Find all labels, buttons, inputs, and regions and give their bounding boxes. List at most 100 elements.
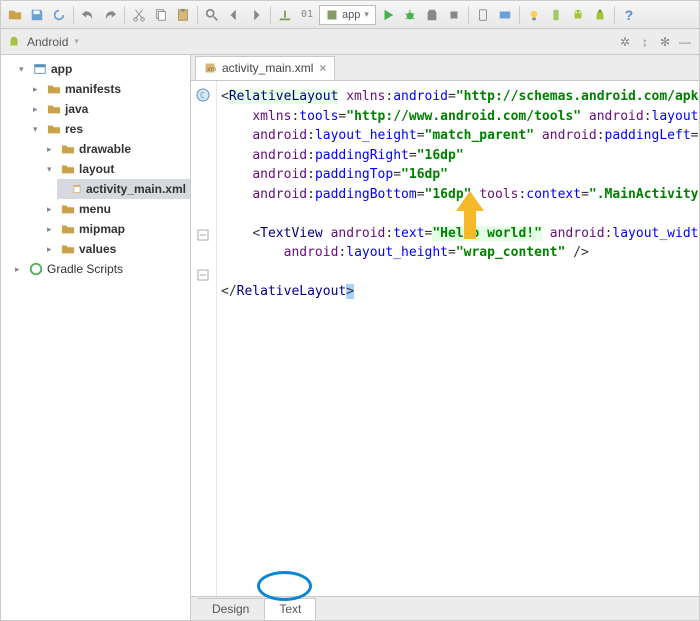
tree-item-label: manifests [65, 79, 121, 99]
toolbar-separator [270, 6, 271, 24]
expand-arrow-icon[interactable]: ▸ [47, 239, 57, 259]
folder-icon [61, 142, 75, 156]
code-line: android:paddingTop="16dp" [221, 165, 699, 185]
android-up-icon[interactable] [590, 5, 610, 25]
toolbar-separator [124, 6, 125, 24]
text-tab[interactable]: Text [264, 598, 316, 620]
folder-icon [61, 242, 75, 256]
override-icon[interactable]: C [196, 88, 210, 102]
code-line: <TextView android:text="Hello world!" an… [221, 224, 699, 244]
expand-arrow-icon[interactable]: ▸ [33, 99, 43, 119]
main-toolbar: 01 app ▾ ? [1, 1, 699, 29]
folder-icon [47, 82, 61, 96]
code-line [221, 204, 699, 224]
debug-icon[interactable] [400, 5, 420, 25]
fold-icon[interactable] [196, 268, 210, 282]
tree-item[interactable]: ▾ res [29, 119, 190, 139]
toolbar-separator [468, 6, 469, 24]
run-config-select[interactable]: app ▾ [319, 5, 376, 25]
save-icon[interactable] [27, 5, 47, 25]
code-line: </RelativeLayout> [221, 282, 699, 302]
forward-icon[interactable] [246, 5, 266, 25]
editor-tabs: xml activity_main.xml × [191, 55, 699, 81]
sync-icon[interactable] [49, 5, 69, 25]
tree-item[interactable]: ▸values [43, 239, 190, 259]
tab-label: Design [212, 602, 249, 616]
editor-bottom-tabs: Design Text [191, 596, 699, 620]
back-icon[interactable] [224, 5, 244, 25]
tree-item[interactable]: activity_main.xml [57, 179, 190, 199]
minimize-icon[interactable]: — [677, 34, 693, 50]
svg-text:xml: xml [207, 66, 216, 73]
tree-item-label: activity_main.xml [86, 179, 186, 199]
make-icon[interactable] [275, 5, 295, 25]
expand-arrow-icon[interactable]: ▸ [47, 219, 57, 239]
project-pane: ▾ app ▸ manifests ▸ java ▾ res ▸ drawable ▾ layou… [1, 55, 191, 620]
android-module-icon [7, 35, 21, 49]
stop-icon[interactable] [444, 5, 464, 25]
tree-item[interactable]: ▸ java [29, 99, 190, 119]
tree-item[interactable]: ▸ drawable [43, 139, 190, 159]
tree-gradle[interactable]: ▸ Gradle Scripts [15, 259, 190, 279]
avd-icon[interactable] [473, 5, 493, 25]
attach-icon[interactable] [422, 5, 442, 25]
file-icon [72, 182, 82, 196]
copy-icon[interactable] [151, 5, 171, 25]
cut-icon[interactable] [129, 5, 149, 25]
toolbar-separator [197, 6, 198, 24]
tree-item[interactable]: ▾ layout [43, 159, 190, 179]
editor-tab[interactable]: xml activity_main.xml × [195, 56, 335, 80]
code-line: android:paddingRight="16dp" [221, 146, 699, 166]
folder-icon [61, 222, 75, 236]
toolbar-separator [73, 6, 74, 24]
editor-pane: xml activity_main.xml × C <RelativeLayou… [191, 55, 699, 620]
expand-arrow-icon[interactable]: ▾ [33, 119, 43, 139]
undo-icon[interactable] [78, 5, 98, 25]
folder-icon [47, 122, 61, 136]
tree-item-label: drawable [79, 139, 131, 159]
gear-icon[interactable]: ✻ [657, 34, 673, 50]
code-line [221, 263, 699, 283]
code-line: android:layout_height="match_parent" and… [221, 126, 699, 146]
module-icon [33, 62, 47, 76]
crosshair-icon[interactable]: ✲ [617, 34, 633, 50]
code-line: android:layout_height="wrap_content" /> [221, 243, 699, 263]
tab-label: Text [279, 602, 301, 616]
expand-arrow-icon[interactable]: ▸ [47, 139, 57, 159]
tree-item[interactable]: ▸ manifests [29, 79, 190, 99]
expand-arrow-icon[interactable]: ▸ [33, 79, 43, 99]
tree-item-label: layout [79, 159, 114, 179]
redo-icon[interactable] [100, 5, 120, 25]
code-editor[interactable]: C <RelativeLayout xmlns:android="http://… [191, 81, 699, 596]
paste-icon[interactable] [173, 5, 193, 25]
tree-item-label: mipmap [79, 219, 125, 239]
tree-item-label: res [65, 119, 83, 139]
tree-item-label: app [51, 59, 72, 79]
close-icon[interactable]: × [319, 61, 326, 75]
binary-icon[interactable]: 01 [297, 5, 317, 25]
fold-icon[interactable] [196, 228, 210, 242]
svg-text:C: C [200, 91, 205, 100]
collapse-icon[interactable]: ↕ [637, 34, 653, 50]
gradle-icon [29, 262, 43, 276]
tree-item-label: java [65, 99, 88, 119]
android-icon[interactable] [568, 5, 588, 25]
open-icon[interactable] [5, 5, 25, 25]
expand-arrow-icon[interactable]: ▾ [47, 159, 57, 179]
toolbar-separator [614, 6, 615, 24]
toolbar-separator [519, 6, 520, 24]
design-tab[interactable]: Design [197, 598, 264, 620]
tree-item-label: menu [79, 199, 111, 219]
idea-icon[interactable] [524, 5, 544, 25]
sdk-icon[interactable] [495, 5, 515, 25]
tree-root[interactable]: ▾ app [15, 59, 190, 79]
device-icon[interactable] [546, 5, 566, 25]
tree-item-label: Gradle Scripts [47, 259, 123, 279]
tree-item[interactable]: ▸ mipmap [43, 219, 190, 239]
expand-arrow-icon[interactable]: ▸ [47, 199, 57, 219]
help-icon[interactable]: ? [619, 5, 639, 25]
find-icon[interactable] [202, 5, 222, 25]
run-icon[interactable] [378, 5, 398, 25]
gutter: C [191, 81, 217, 596]
tree-item[interactable]: ▸ menu [43, 199, 190, 219]
